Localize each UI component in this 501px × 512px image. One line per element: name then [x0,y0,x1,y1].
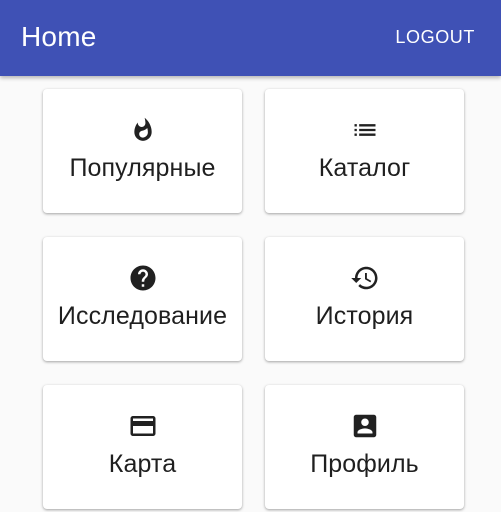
card-label: Карта [108,450,177,478]
card-label: Популярные [69,154,216,182]
card-label: Исследование [57,302,228,330]
help-circle-icon [43,264,242,292]
card-popular[interactable]: Популярные [43,89,242,213]
fire-icon [43,116,242,144]
account-box-icon [265,412,464,440]
history-icon [265,264,464,292]
card-research[interactable]: Исследование [43,237,242,361]
card-history[interactable]: История [265,237,464,361]
card-label: Каталог [318,154,411,182]
page-title: Home [21,21,97,52]
card-map[interactable]: Карта [43,385,242,509]
list-icon [265,116,464,144]
credit-card-icon [43,412,242,440]
card-label: История [315,302,414,330]
card-catalog[interactable]: Каталог [265,89,464,213]
app-bar: Home LOGOUT [0,0,501,76]
card-label: Профиль [310,450,419,478]
card-profile[interactable]: Профиль [265,385,464,509]
logout-button[interactable]: LOGOUT [395,26,475,48]
